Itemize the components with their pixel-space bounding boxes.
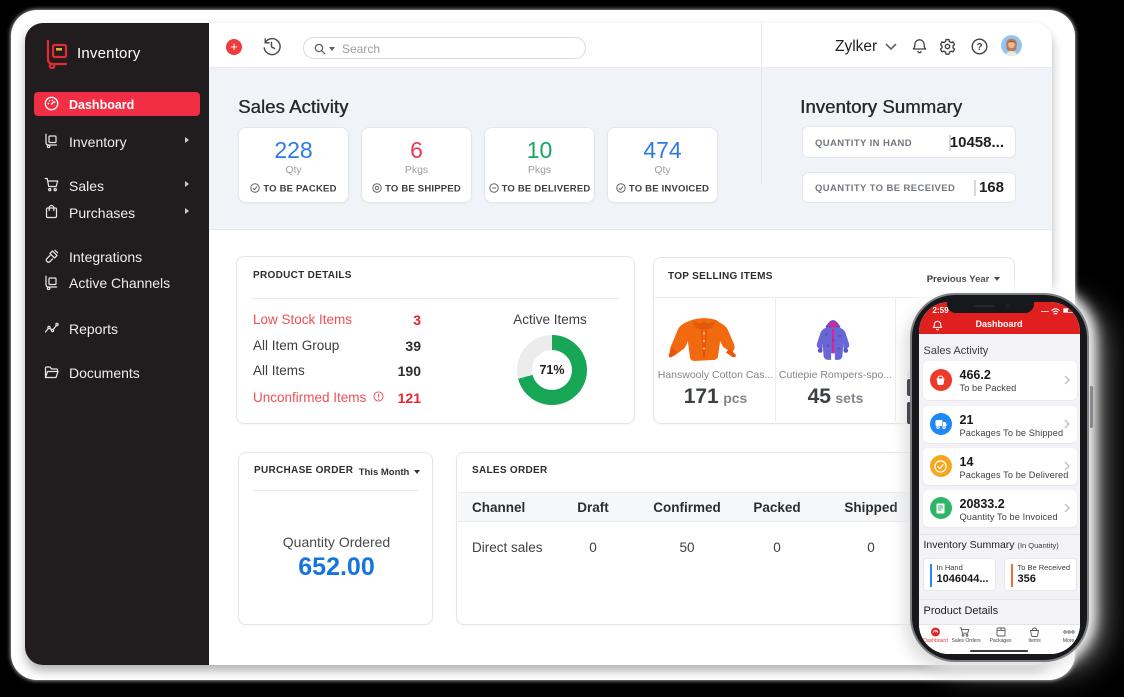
svg-text:?: ? — [976, 42, 982, 53]
